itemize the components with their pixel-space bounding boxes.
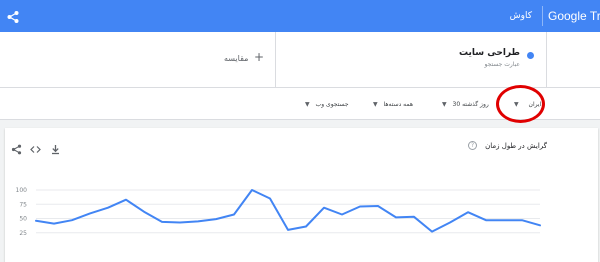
share-icon[interactable]	[6, 9, 20, 23]
red-highlight-circle	[496, 85, 545, 123]
category-filter[interactable]: ▼ همه دسته‌ها	[367, 99, 413, 111]
search-type-label: جستجوی وب	[315, 101, 349, 108]
brand-text: Google Trends	[548, 9, 600, 23]
search-terms-bar: طراحی سایت عبارت جستجو مقایسه +	[0, 32, 600, 88]
category-label: همه دسته‌ها	[383, 101, 414, 108]
share-icon[interactable]	[11, 140, 22, 155]
download-icon[interactable]	[50, 140, 61, 155]
time-filter[interactable]: ▼ 30 روز گذشته	[436, 99, 489, 111]
interest-series-line[interactable]	[35, 189, 541, 233]
y-tick-label: 100	[16, 187, 28, 194]
interest-line-chart: 100 75 50 25	[16, 187, 541, 237]
search-type-filter[interactable]: ▼ جستجوی وب	[299, 99, 349, 111]
dropdown-arrow-icon: ▼	[305, 101, 310, 108]
search-term-name: طراحی سایت	[458, 48, 520, 58]
y-tick-label: 75	[19, 201, 27, 208]
plus-icon: +	[254, 50, 265, 64]
dropdown-arrow-icon: ▼	[442, 101, 447, 108]
y-tick-label: 50	[19, 216, 27, 223]
compare-label: مقایسه	[224, 54, 249, 63]
embed-code-icon[interactable]	[30, 140, 41, 153]
search-term-type: عبارت جستجو	[484, 61, 520, 68]
series-color-dot	[527, 52, 534, 59]
y-tick-label: 25	[19, 230, 27, 237]
dropdown-arrow-icon: ▼	[373, 101, 378, 108]
app-bar: Google Trends کاوش	[0, 0, 600, 32]
compare-button[interactable]: مقایسه +	[0, 32, 275, 88]
search-term-card[interactable]: طراحی سایت عبارت جستجو	[275, 32, 547, 88]
time-label: 30 روز گذشته	[452, 101, 489, 108]
google-trends-logo[interactable]: Google Trends	[542, 6, 600, 26]
help-icon[interactable]: ?	[468, 141, 477, 150]
tab-explore[interactable]: کاوش	[510, 9, 532, 23]
card-title: گرایش در طول زمان	[485, 142, 547, 150]
